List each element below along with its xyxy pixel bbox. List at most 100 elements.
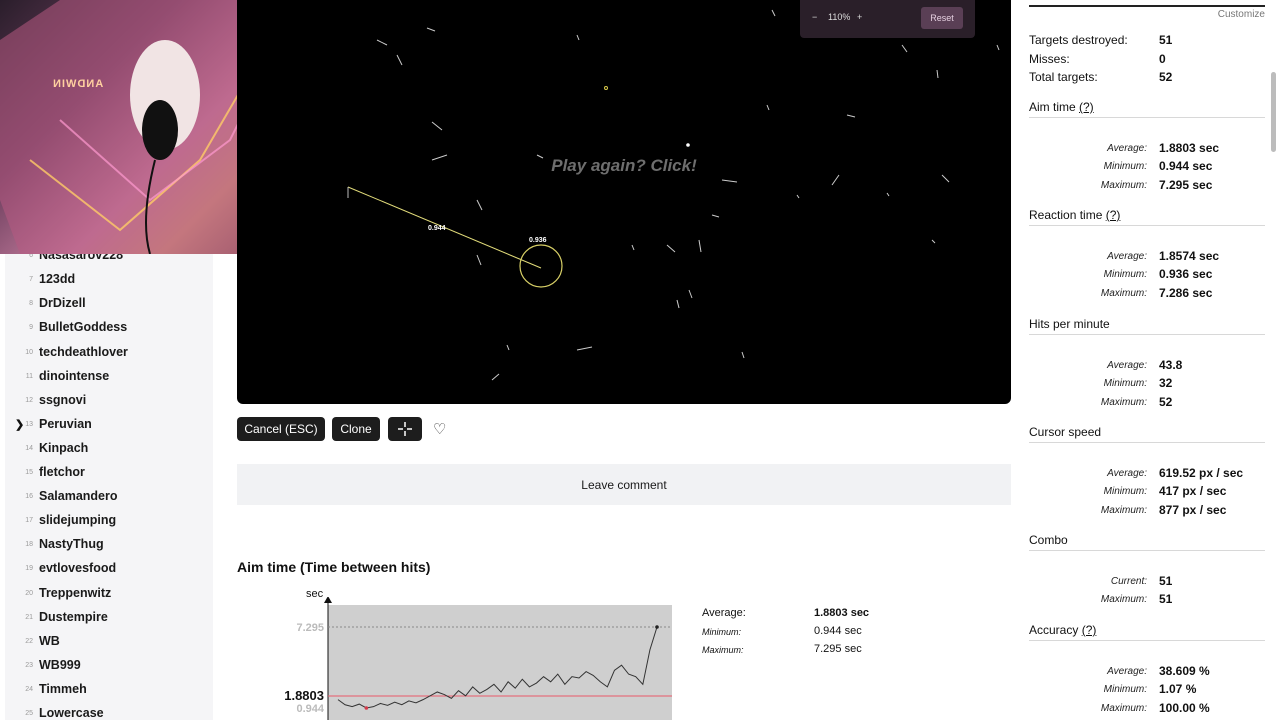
leaderboard-row[interactable]: 19 evtlovesfood [5, 557, 213, 579]
crosshair-button[interactable] [388, 417, 422, 441]
help-link[interactable]: (?) [1106, 208, 1121, 222]
zoom-out-button[interactable]: − [812, 12, 817, 22]
section-title: Reaction time [1029, 208, 1103, 222]
stat-label: Maximum: [1100, 702, 1147, 714]
stat-label: Maximum: [1100, 594, 1147, 606]
leaderboard-row[interactable]: 17 slidejumping [5, 509, 213, 531]
stat-value: 619.52 px / sec [1159, 466, 1244, 480]
hit-time-label: 0.944 [428, 225, 446, 232]
chart-maximum-label: Maximum: [702, 645, 744, 655]
leaderboard-rank: 10 [25, 348, 33, 356]
customize-link[interactable]: Customize [1200, 9, 1265, 20]
heart-icon[interactable]: ♡ [433, 420, 446, 438]
leaderboard-player-name[interactable]: 123dd [39, 272, 75, 286]
clone-button[interactable]: Clone [332, 417, 380, 441]
game-canvas[interactable]: 0.944 0.936 [237, 0, 1011, 404]
stat-label: Maximum: [1100, 396, 1147, 408]
zoom-in-button[interactable]: + [857, 12, 862, 22]
leaderboard-row[interactable]: 21 Dustempire [5, 606, 213, 628]
crosshair-icon [398, 422, 412, 436]
leaderboard-row[interactable]: 22 WB [5, 630, 213, 652]
leaderboard-row[interactable]: 24 Timmeh [5, 678, 213, 700]
misses-value: 0 [1159, 52, 1166, 66]
leaderboard-row[interactable]: 15 fletchor [5, 461, 213, 483]
leaderboard-player-name[interactable]: Treppenwitz [39, 586, 111, 600]
leaderboard-player-name[interactable]: WB [39, 634, 60, 648]
leaderboard-player-name[interactable]: ssgnovi [39, 393, 86, 407]
leaderboard-row[interactable]: 11 dinointense [5, 365, 213, 387]
section-title: Aim time [1029, 100, 1076, 114]
chart-maximum-value: 7.295 sec [814, 643, 862, 655]
stat-value: 1.8574 sec [1159, 249, 1220, 263]
leaderboard-row[interactable]: 10 techdeathlover [5, 341, 213, 363]
reset-zoom-button[interactable]: Reset [921, 7, 963, 29]
leaderboard-rank: 24 [25, 685, 33, 693]
leaderboard-row[interactable]: 18 NastyThug [5, 533, 213, 555]
stat-label: Minimum: [1103, 684, 1147, 696]
leaderboard-row[interactable]: 16 Salamandero [5, 485, 213, 507]
stat-value: 417 px / sec [1159, 484, 1227, 499]
leaderboard-rank: 19 [25, 564, 33, 572]
leaderboard-rank: 25 [25, 709, 33, 717]
leaderboard-player-name[interactable]: WB999 [39, 658, 81, 672]
scrollbar-thumb[interactable] [1271, 72, 1276, 152]
help-link[interactable]: (?) [1082, 623, 1097, 637]
chart-title: Aim time (Time between hits) [237, 559, 431, 575]
leaderboard-player-name[interactable]: evtlovesfood [39, 561, 116, 575]
section-header-reaction: Reaction time (?) [1029, 208, 1265, 226]
section-header-aim: Aim time (?) [1029, 100, 1265, 118]
leaderboard-row[interactable]: 14 Kinpach [5, 437, 213, 459]
leaderboard-row[interactable]: 23 WB999 [5, 654, 213, 676]
leaderboard-player-name[interactable]: Dustempire [39, 610, 108, 624]
leaderboard-player-name[interactable]: NastyThug [39, 537, 104, 551]
cancel-button[interactable]: Cancel (ESC) [237, 417, 325, 441]
leaderboard-rank: 15 [25, 468, 33, 476]
leaderboard-rank: 12 [25, 396, 33, 404]
section-title: Cursor speed [1029, 425, 1102, 439]
leaderboard-player-name[interactable]: slidejumping [39, 513, 116, 527]
stat-value: 1.07 % [1159, 682, 1197, 697]
help-link[interactable]: (?) [1079, 100, 1094, 114]
leaderboard-player-name[interactable]: techdeathlover [39, 345, 128, 359]
leaderboard-row[interactable]: ❯ 13 Peruvian [5, 413, 213, 435]
leave-comment-button[interactable]: Leave comment [237, 464, 1011, 505]
leaderboard-player-name[interactable]: Timmeh [39, 682, 87, 696]
stat-value: 7.295 sec [1159, 177, 1213, 192]
leaderboard-player-name[interactable]: Kinpach [39, 441, 88, 455]
leaderboard-player-name[interactable]: Peruvian [39, 417, 92, 431]
stat-label: Average: [1107, 666, 1147, 677]
chart-average-value: 1.8803 sec [814, 607, 870, 619]
section-header-cursor: Cursor speed [1029, 425, 1265, 443]
stat-value: 52 [1159, 394, 1173, 409]
stat-value: 43.8 [1159, 358, 1183, 372]
leaderboard-row[interactable]: 9 BulletGoddess [5, 316, 213, 338]
leaderboard-player-name[interactable]: DrDizell [39, 296, 86, 310]
current-player-marker: ❯ [15, 418, 25, 431]
hit-time-label: 0.936 [529, 237, 547, 244]
leaderboard-player-name[interactable]: Lowercase [39, 706, 104, 720]
leaderboard-player-name[interactable]: fletchor [39, 465, 85, 479]
game-field [347, 9, 1000, 381]
chart-minimum-value: 0.944 sec [814, 625, 862, 637]
leaderboard-row[interactable]: 8 DrDizell [5, 292, 213, 314]
chart-minimum-label: Minimum: [702, 627, 742, 637]
leaderboard-row[interactable]: 7 123dd [5, 268, 213, 290]
stat-value: 51 [1159, 592, 1173, 607]
stat-value: 0.936 sec [1159, 267, 1213, 282]
stat-label: Minimum: [1103, 378, 1147, 390]
leaderboard-rank: 21 [25, 613, 33, 621]
panel-divider [1029, 5, 1265, 7]
stat-value: 38.609 % [1159, 664, 1210, 678]
leaderboard-player-name[interactable]: dinointense [39, 369, 109, 383]
aim-time-chart: 7.295 1.88030.944 [284, 597, 672, 720]
leaderboard-player-name[interactable]: Salamandero [39, 489, 118, 503]
chart-tick-label: 1.8803 [284, 688, 324, 703]
leaderboard-row[interactable]: 20 Treppenwitz [5, 582, 213, 604]
play-again-prompt[interactable]: Play again? Click! [537, 156, 711, 176]
leaderboard-player-name[interactable]: BulletGoddess [39, 320, 127, 334]
total-targets-value: 52 [1159, 70, 1173, 84]
leaderboard-row[interactable]: 12 ssgnovi [5, 389, 213, 411]
stat-value: 877 px / sec [1159, 502, 1227, 517]
stat-label: Maximum: [1100, 287, 1147, 299]
leaderboard-row[interactable]: 25 Lowercase [5, 702, 213, 724]
